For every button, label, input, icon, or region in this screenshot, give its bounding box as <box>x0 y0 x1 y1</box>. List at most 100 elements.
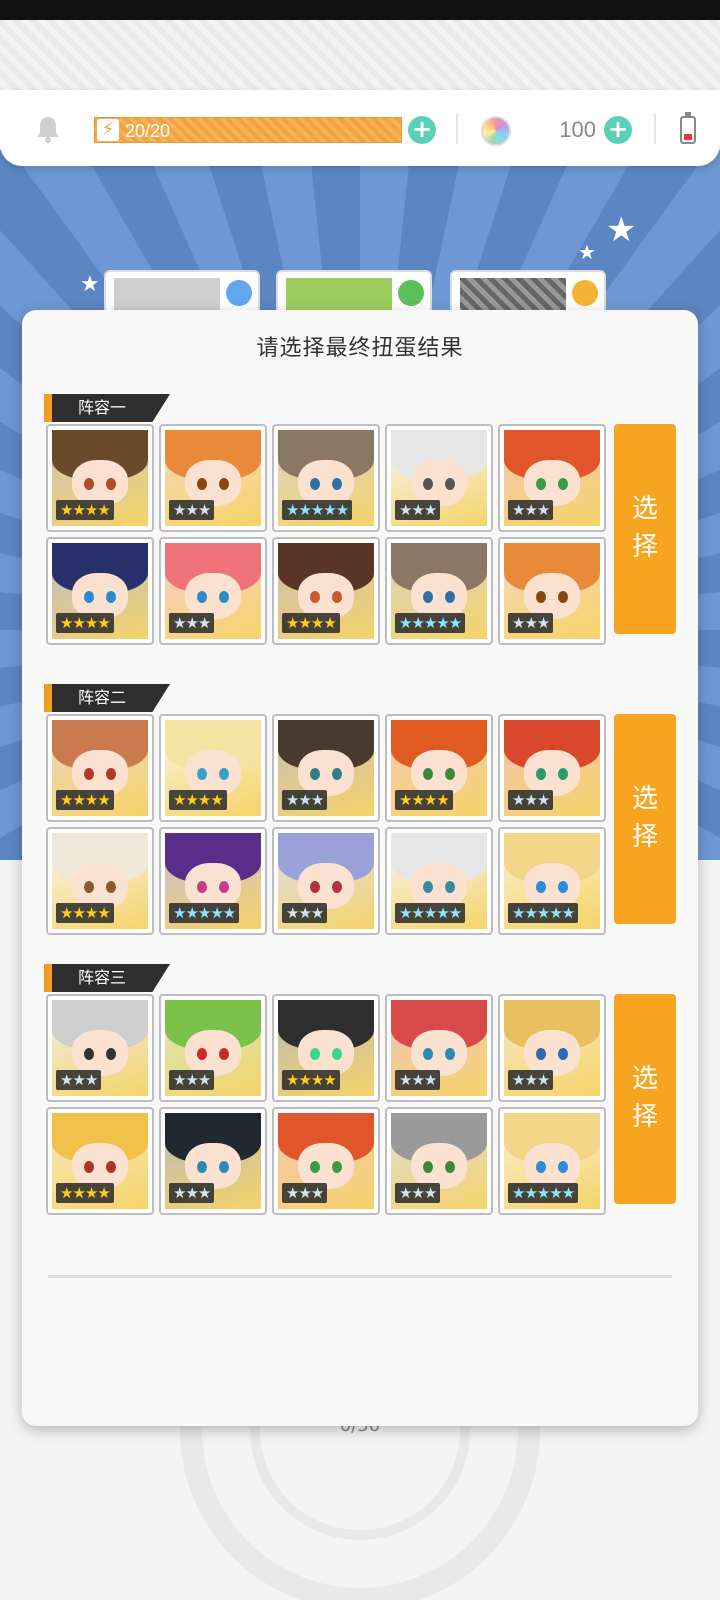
character-card[interactable]: ★★★★ <box>46 1107 154 1215</box>
character-eye <box>536 1048 546 1060</box>
character-card[interactable]: ★★★★★ <box>159 827 267 935</box>
character-card[interactable]: ★★★ <box>272 1107 380 1215</box>
gem-count: 100 <box>559 117 596 142</box>
character-eye <box>84 1161 94 1173</box>
character-card[interactable]: ★★★ <box>498 537 606 645</box>
battery-icon <box>680 112 696 144</box>
character-card[interactable]: ★★★★ <box>46 537 154 645</box>
character-eye <box>106 881 116 893</box>
character-portrait: ★★★ <box>391 1000 487 1096</box>
character-grid: ★★★ ★★★ ★★★★ ★★★ ★★★ ★★★★ ★★★ ★★★ ★★★ ★★★★★ <box>46 994 606 1218</box>
character-card[interactable]: ★★★★ <box>272 994 380 1102</box>
character-portrait: ★★★ <box>504 720 600 816</box>
character-eye <box>536 591 546 603</box>
character-card[interactable]: ★★★ <box>159 537 267 645</box>
character-card[interactable]: ★★★ <box>498 994 606 1102</box>
character-eye <box>558 881 568 893</box>
star-rating: ★★★ <box>169 613 215 633</box>
character-portrait: ★★★ <box>504 1000 600 1096</box>
character-eye <box>197 1161 207 1173</box>
character-eye <box>423 881 433 893</box>
character-eye <box>197 1048 207 1060</box>
character-portrait: ★★★★ <box>278 543 374 639</box>
character-eye <box>558 1048 568 1060</box>
character-card[interactable]: ★★★ <box>46 994 154 1102</box>
star-rating: ★★★★★ <box>508 903 579 923</box>
character-eye <box>445 881 455 893</box>
star-rating: ★★★ <box>169 1070 215 1090</box>
divider <box>456 114 458 144</box>
character-eye <box>558 478 568 490</box>
star-rating: ★★★ <box>169 1183 215 1203</box>
star-rating: ★★★★★ <box>395 903 466 923</box>
character-eye <box>445 1161 455 1173</box>
star-rating: ★★★★ <box>56 1183 114 1203</box>
team-section: 阵容二 ★★★★ ★★★★ ★★★ ★★★★ ★★★ ★★★★ ★★★★★ ★★★ ★★★★★ ★★… <box>22 684 698 935</box>
select-team-button[interactable]: 选 择 <box>614 994 676 1204</box>
select-team-button[interactable]: 选 择 <box>614 714 676 924</box>
star-rating: ★★★★★ <box>395 613 466 633</box>
select-team-button[interactable]: 选 择 <box>614 424 676 634</box>
character-card[interactable]: ★★★★★ <box>498 1107 606 1215</box>
character-card[interactable]: ★★★ <box>385 1107 493 1215</box>
character-eye <box>332 881 342 893</box>
character-eye <box>84 591 94 603</box>
star-rating: ★★★ <box>508 500 554 520</box>
character-card[interactable]: ★★★★ <box>159 714 267 822</box>
add-energy-button[interactable]: + <box>408 116 436 144</box>
character-eye <box>310 591 320 603</box>
star-rating: ★★★★ <box>56 500 114 520</box>
character-portrait: ★★★★★ <box>504 833 600 929</box>
character-card[interactable]: ★★★ <box>385 424 493 532</box>
character-eye <box>106 1048 116 1060</box>
energy-value: 20/20 <box>125 121 171 141</box>
character-portrait: ★★★ <box>165 1113 261 1209</box>
character-eye <box>536 881 546 893</box>
character-card[interactable]: ★★★ <box>159 424 267 532</box>
star-rating: ★★★ <box>508 1070 554 1090</box>
character-card[interactable]: ★★★★★ <box>385 827 493 935</box>
character-card[interactable]: ★★★ <box>272 827 380 935</box>
star-rating: ★★★★ <box>56 613 114 633</box>
character-eye <box>310 1048 320 1060</box>
character-eye <box>423 591 433 603</box>
character-eye <box>106 768 116 780</box>
bell-icon[interactable] <box>34 114 62 144</box>
character-portrait: ★★★★★ <box>391 543 487 639</box>
character-eye <box>219 881 229 893</box>
character-eye <box>536 1161 546 1173</box>
character-card[interactable]: ★★★★ <box>46 424 154 532</box>
character-card[interactable]: ★★★★★ <box>385 537 493 645</box>
character-card[interactable]: ★★★★ <box>46 827 154 935</box>
add-gem-button[interactable]: + <box>604 116 632 144</box>
character-card[interactable]: ★★★★ <box>272 537 380 645</box>
star-icon: ★ <box>80 272 100 297</box>
star-rating: ★★★★★ <box>169 903 240 923</box>
star-rating: ★★★★ <box>56 790 114 810</box>
character-card[interactable]: ★★★ <box>498 714 606 822</box>
team-label: 阵容二 <box>44 684 170 712</box>
character-portrait: ★★★ <box>391 430 487 526</box>
character-eye <box>106 1161 116 1173</box>
character-card[interactable]: ★★★ <box>498 424 606 532</box>
character-eye <box>106 478 116 490</box>
character-card[interactable]: ★★★ <box>272 714 380 822</box>
character-eye <box>445 1048 455 1060</box>
character-eye <box>219 1161 229 1173</box>
character-eye <box>310 478 320 490</box>
team-label: 阵容三 <box>44 964 170 992</box>
character-portrait: ★★★ <box>165 1000 261 1096</box>
character-portrait: ★★★★ <box>52 430 148 526</box>
character-portrait: ★★★★★ <box>165 833 261 929</box>
character-card[interactable]: ★★★★★ <box>498 827 606 935</box>
character-card[interactable]: ★★★ <box>385 994 493 1102</box>
character-card[interactable]: ★★★★★ <box>272 424 380 532</box>
character-portrait: ★★★★★ <box>391 833 487 929</box>
character-card[interactable]: ★★★★ <box>46 714 154 822</box>
character-card[interactable]: ★★★ <box>159 994 267 1102</box>
character-eye <box>445 478 455 490</box>
character-eye <box>445 591 455 603</box>
character-card[interactable]: ★★★★ <box>385 714 493 822</box>
character-card[interactable]: ★★★ <box>159 1107 267 1215</box>
gem-icon <box>481 116 511 146</box>
